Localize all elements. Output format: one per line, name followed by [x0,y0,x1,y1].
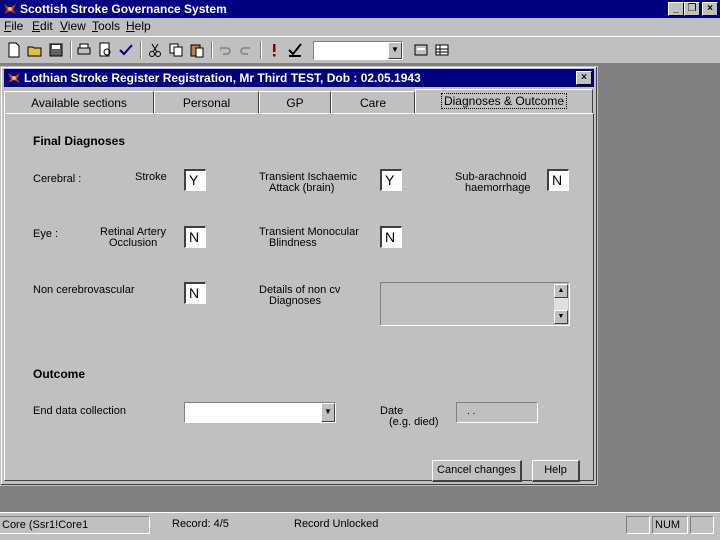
toolbar: ▼ [0,36,720,64]
date-label-line2: (e.g. died) [389,416,439,428]
restore-button[interactable]: ❐ [684,2,700,16]
menu-view[interactable]: View [60,19,86,33]
chevron-down-icon[interactable]: ▼ [321,403,335,422]
tab-gp[interactable]: GP [259,91,331,113]
menu-edit[interactable]: Edit [32,19,53,33]
status-record: Record: 4/5 [172,518,229,530]
status-bar: Core (Ssr1!Core1 Record: 4/5 Record Unlo… [0,512,720,540]
date-field[interactable]: . . [456,402,538,423]
close-button[interactable]: × [702,2,718,16]
end-data-collection-label: End data collection [33,405,126,417]
status-lock: Record Unlocked [294,518,379,530]
cancel-changes-button[interactable]: Cancel changes [432,460,522,482]
status-core: Core (Ssr1!Core1 [0,516,150,534]
save-icon[interactable] [46,40,66,60]
tab-personal[interactable]: Personal [154,91,259,113]
tia-field[interactable]: Y [380,169,402,191]
validate-icon[interactable] [285,40,305,60]
window-logo-icon [8,73,20,83]
toolbar-combo[interactable]: ▼ [313,41,403,60]
tab-diagnoses-outcome[interactable]: Diagnoses & Outcome [415,89,593,113]
final-diagnoses-heading: Final Diagnoses [33,134,126,148]
menu-tools[interactable]: Tools [92,19,120,33]
noncv-field[interactable]: N [184,282,206,304]
scroll-up-icon[interactable]: ▲ [554,284,568,298]
tab-available-sections[interactable]: Available sections [4,91,154,113]
menu-bar: File Edit View Tools Help [0,18,720,36]
spellcheck-icon[interactable] [116,40,136,60]
stroke-label: Stroke [135,171,167,183]
rao-field[interactable]: N [184,226,206,248]
new-icon[interactable] [4,40,24,60]
redo-icon[interactable] [236,40,256,60]
help-button[interactable]: Help [532,460,580,482]
rao-label-line2: Occlusion [109,237,158,249]
menu-file[interactable]: File [4,19,23,33]
scroll-down-icon[interactable]: ▼ [554,310,568,324]
diagnoses-panel: Final Diagnoses Cerebral : Stroke Y Tran… [4,113,594,482]
tmb-field[interactable]: N [380,226,402,248]
details-label-line2: Diagnoses [269,295,321,307]
noncv-label: Non cerebrovascular [33,284,135,296]
form-icon[interactable] [411,40,431,60]
minimize-button[interactable]: _ [668,2,684,16]
outcome-heading: Outcome [33,367,86,381]
chevron-down-icon[interactable]: ▼ [388,42,402,59]
alert-icon[interactable] [264,40,284,60]
cerebral-label: Cerebral : [33,173,82,185]
end-data-collection-select[interactable]: ▼ [184,402,336,423]
print-preview-icon[interactable] [95,40,115,60]
app-title-bar[interactable]: Scottish Stroke Governance System _ ❐ × [0,0,720,18]
status-num: NUM [652,516,688,534]
status-scroll [690,516,714,534]
stroke-field[interactable]: Y [184,169,206,191]
child-title: Lothian Stroke Register Registration, Mr… [24,71,421,85]
print-icon[interactable] [74,40,94,60]
undo-icon[interactable] [215,40,235,60]
cut-icon[interactable] [145,40,165,60]
status-caps [626,516,650,534]
details-scrollbar[interactable]: ▲ ▼ [554,284,568,324]
tmb-label-line2: Blindness [269,237,317,249]
app-title: Scottish Stroke Governance System [20,2,227,16]
sah-label-line2: haemorrhage [465,182,531,194]
app-logo-icon [4,4,16,14]
sah-field[interactable]: N [547,169,569,191]
open-icon[interactable] [25,40,45,60]
datasheet-icon[interactable] [432,40,452,60]
registration-window: Lothian Stroke Register Registration, Mr… [0,66,598,486]
child-close-button[interactable]: × [576,71,592,85]
menu-help[interactable]: Help [126,19,151,33]
eye-label: Eye : [33,228,59,240]
paste-icon[interactable] [187,40,207,60]
tab-care[interactable]: Care [331,91,415,113]
details-textarea[interactable]: ▲ ▼ [380,282,570,326]
copy-icon[interactable] [166,40,186,60]
tia-label-line2: Attack (brain) [269,182,335,194]
child-title-bar[interactable]: Lothian Stroke Register Registration, Mr… [4,69,594,87]
